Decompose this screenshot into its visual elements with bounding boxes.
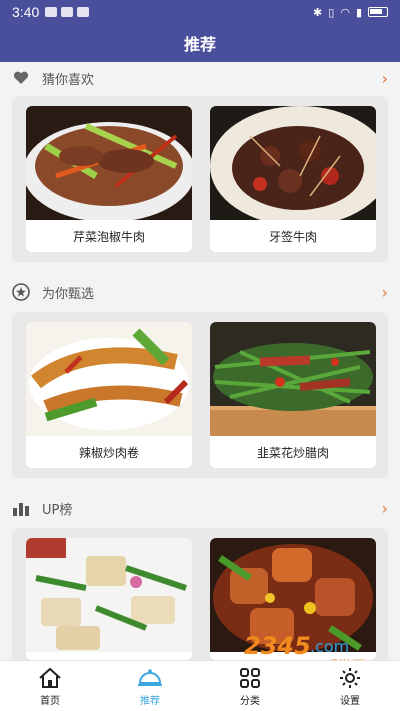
cloche-icon bbox=[137, 666, 163, 690]
recipe-card[interactable]: 韭菜花炒腊肉 bbox=[210, 322, 376, 468]
recipe-name: 芹菜泡椒牛肉 bbox=[72, 229, 145, 244]
section-panel: 辣椒炒肉卷 韭菜花炒腊肉 bbox=[12, 312, 388, 478]
system-icons: ✱ ▯ ◠ ▮ bbox=[313, 6, 388, 19]
recipe-image bbox=[26, 106, 192, 220]
tab-label: 首页 bbox=[40, 695, 60, 707]
chevron-right-icon[interactable]: › bbox=[382, 499, 388, 518]
status-time: 3:40 bbox=[12, 4, 40, 20]
section-header-up[interactable]: UP榜 › bbox=[0, 492, 400, 524]
section-panel: 芹菜泡椒牛肉 牙签牛肉 bbox=[12, 96, 388, 262]
section-title: 为你甄选 bbox=[42, 286, 95, 302]
notification-icons bbox=[45, 7, 90, 17]
bar-chart-icon bbox=[12, 499, 30, 517]
notification-icon bbox=[61, 7, 74, 17]
recipe-image bbox=[210, 106, 376, 220]
tab-settings[interactable]: 设置 bbox=[300, 661, 400, 711]
wifi-icon: ◠ bbox=[340, 5, 350, 19]
vibrate-icon: ▯ bbox=[328, 5, 335, 19]
home-icon bbox=[38, 666, 62, 690]
recipe-card[interactable]: 牙签牛肉 bbox=[210, 106, 376, 252]
tab-label: 分类 bbox=[240, 695, 260, 707]
section-header-selected[interactable]: 为你甄选 › bbox=[0, 276, 400, 308]
tab-category[interactable]: 分类 bbox=[200, 661, 300, 711]
heart-icon bbox=[12, 69, 30, 87]
recipe-image bbox=[26, 322, 192, 436]
section-title: 猜你喜欢 bbox=[42, 72, 95, 88]
tab-label: 设置 bbox=[340, 695, 360, 707]
tab-recommend[interactable]: 推荐 bbox=[100, 661, 200, 711]
signal-icon: ▮ bbox=[355, 5, 362, 19]
recipe-name: 韭菜花炒腊肉 bbox=[256, 445, 329, 460]
section-header-guess[interactable]: 猜你喜欢 › bbox=[0, 62, 400, 94]
recipe-name: 辣椒炒肉卷 bbox=[78, 445, 139, 460]
notification-icon bbox=[77, 7, 90, 17]
gear-icon bbox=[339, 666, 361, 690]
notification-icon bbox=[45, 7, 58, 17]
tab-home[interactable]: 首页 bbox=[0, 661, 100, 711]
status-bar: 3:40 ✱ ▯ ◠ ▮ bbox=[0, 0, 400, 24]
svg-text:.com: .com bbox=[310, 637, 349, 656]
recipe-card[interactable]: 辣椒炒肉卷 bbox=[26, 322, 192, 468]
battery-icon bbox=[368, 7, 388, 17]
tab-label: 推荐 bbox=[140, 695, 160, 707]
chevron-right-icon[interactable]: › bbox=[382, 283, 388, 302]
recipe-name: 牙签牛肉 bbox=[268, 229, 317, 244]
recipe-card[interactable]: 芹菜泡椒牛肉 bbox=[26, 106, 192, 252]
recipe-card[interactable] bbox=[26, 538, 192, 660]
page-title: 推荐 bbox=[183, 35, 216, 54]
page-title-bar: 推荐 bbox=[0, 24, 400, 62]
bluetooth-icon: ✱ bbox=[313, 5, 323, 19]
recipe-image bbox=[26, 538, 192, 652]
star-badge-icon bbox=[12, 283, 30, 301]
bottom-tab-bar: 首页 推荐 分类 设置 bbox=[0, 660, 400, 711]
section-title: UP榜 bbox=[42, 502, 73, 518]
chevron-right-icon[interactable]: › bbox=[382, 69, 388, 88]
grid-icon bbox=[239, 666, 261, 690]
svg-text:2345: 2345 bbox=[244, 632, 311, 660]
recipe-image bbox=[210, 322, 376, 436]
